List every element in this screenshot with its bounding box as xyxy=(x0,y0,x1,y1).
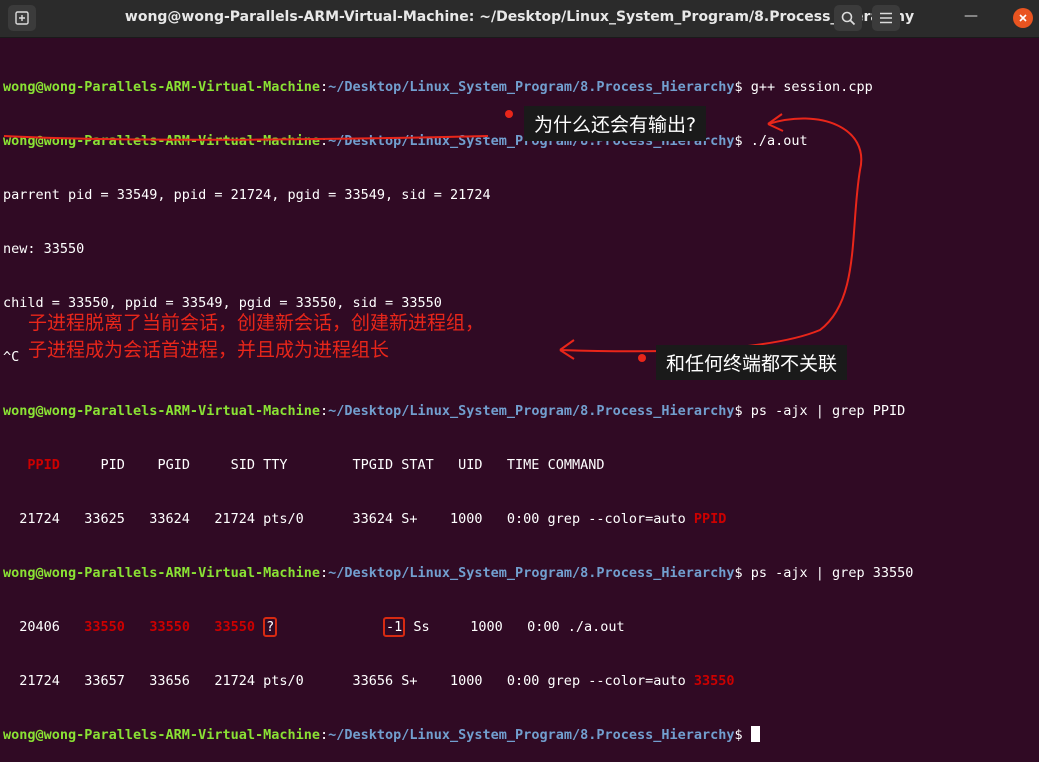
explanation-line-2: 子进程成为会话首进程，并且成为进程组长 xyxy=(28,339,390,361)
annotation-bullet xyxy=(505,110,513,118)
terminal-line-active: wong@wong-Parallels-ARM-Virtual-Machine:… xyxy=(3,726,913,744)
prompt-path: ~/Desktop/Linux_System_Program/8.Process… xyxy=(328,727,735,743)
grep-match: 33550 xyxy=(214,619,255,635)
grep-match: 33550 xyxy=(149,619,190,635)
underline-stroke xyxy=(3,135,489,141)
prompt-user-host: wong@wong-Parallels-ARM-Virtual-Machine xyxy=(3,565,320,581)
command-text: ps -ajx | grep 33550 xyxy=(750,565,914,581)
tpgid-highlight: -1 xyxy=(382,617,406,637)
no-terminal-note: 和任何终端都不关联 xyxy=(656,345,848,380)
ps-row-daemon: 20406 33550 33550 33550 ? -1 Ss 1000 0:0… xyxy=(3,617,625,637)
grep-match: 33550 xyxy=(693,673,735,689)
grep-match: PPID xyxy=(693,511,727,527)
prompt-path: ~/Desktop/Linux_System_Program/8.Process… xyxy=(328,565,735,581)
ps-row: 21724 33657 33656 21724 pts/0 33656 S+ 1… xyxy=(3,673,735,689)
text-cursor xyxy=(750,726,760,742)
curved-arrow-stroke xyxy=(559,117,863,353)
ps-row: 21724 33625 33624 21724 pts/0 33624 S+ 1… xyxy=(3,511,727,527)
terminal-line: wong@wong-Parallels-ARM-Virtual-Machine:… xyxy=(3,565,914,581)
prompt-user-host: wong@wong-Parallels-ARM-Virtual-Machine xyxy=(3,727,320,743)
explanation-line-1: 子进程脱离了当前会话，创建新会话，创建新进程组， xyxy=(28,312,485,334)
tty-highlight: ? xyxy=(263,617,278,637)
grep-match: 33550 xyxy=(84,619,125,635)
annotation-bullet xyxy=(638,354,646,362)
grep-match: PPID xyxy=(27,457,60,473)
ps-header-row: PPID PID PGID SID TTY TPGID STAT UID TIM… xyxy=(27,457,605,473)
question-note: 为什么还会有输出? xyxy=(524,106,707,141)
